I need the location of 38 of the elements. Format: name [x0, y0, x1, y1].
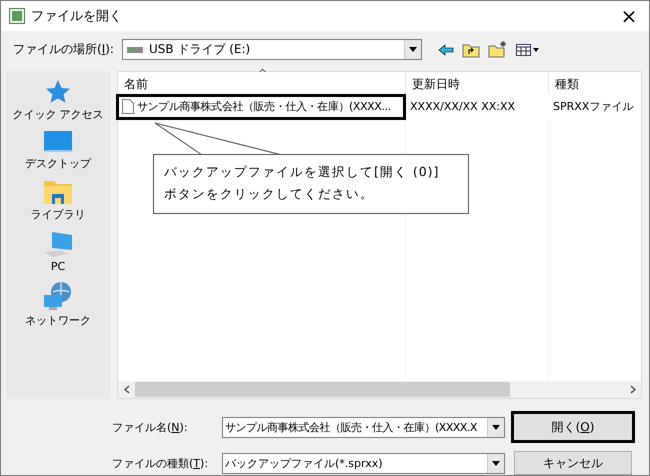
desktop-icon: [43, 130, 73, 154]
file-name-label: ファイル名(N):: [112, 420, 189, 434]
view-menu-icon[interactable]: [516, 42, 540, 57]
close-button[interactable]: ×: [609, 1, 649, 31]
sidebar-item[interactable]: ライブラリ: [30, 178, 86, 222]
dropdown-button[interactable]: [487, 418, 504, 436]
dropdown-button[interactable]: [404, 40, 421, 60]
type-cell-text: SPRXXファイル: [552, 99, 634, 116]
location-dropdown[interactable]: USB ドライブ (E:): [122, 39, 422, 60]
file-icon: [122, 99, 134, 114]
star-icon: [45, 78, 71, 105]
new-folder-icon[interactable]: [488, 41, 508, 58]
file-type-dropdown[interactable]: バックアップファイル(*.sprxx): [222, 452, 505, 474]
file-name-cell[interactable]: サンプル商事株式会社（販売・仕入・在庫）(XXXX...: [116, 94, 406, 120]
computer-icon: [42, 230, 74, 258]
horizontal-scrollbar[interactable]: [118, 381, 641, 398]
dropdown-arrow-icon: [408, 47, 417, 52]
up-folder-icon[interactable]: [462, 42, 480, 58]
cancel-button[interactable]: キャンセル: [514, 451, 632, 475]
open-button[interactable]: 開く(O): [511, 411, 635, 443]
app-icon: [9, 8, 25, 24]
dropdown-button[interactable]: [487, 454, 504, 472]
sidebar-item[interactable]: クイック アクセス: [12, 78, 104, 122]
dropdown-arrow-icon: [492, 460, 500, 466]
location-label: ファイルの場所(I):: [13, 41, 114, 58]
file-name-field[interactable]: サンプル商事株式会社（販売・仕入・在庫）(XXXX.X: [222, 416, 505, 438]
dropdown-arrow-icon: [492, 424, 500, 430]
sidebar-item[interactable]: ネットワーク: [25, 280, 91, 328]
network-icon: [42, 280, 74, 311]
file-type-label: ファイルの種類(T):: [112, 456, 210, 470]
location-value: USB ドライブ (E:): [148, 41, 250, 58]
back-arrow-icon[interactable]: [438, 44, 454, 56]
sidebar-item[interactable]: PC: [42, 230, 74, 273]
folder-icon: [43, 178, 73, 205]
drive-icon: [126, 46, 143, 54]
window-title: ファイルを開く: [31, 8, 123, 25]
modified-cell-text: XXXX/XX/XX XX:XX: [409, 99, 516, 116]
sidebar-item[interactable]: デスクトップ: [25, 130, 91, 171]
